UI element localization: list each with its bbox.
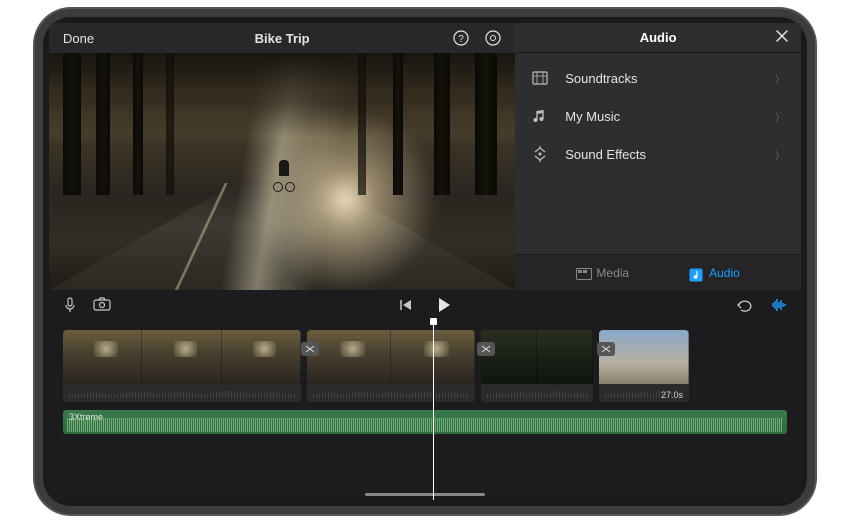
- transition-marker[interactable]: [477, 342, 495, 356]
- audio-item-label: Soundtracks: [565, 71, 637, 86]
- side-panel-header: Audio: [515, 23, 801, 53]
- close-icon[interactable]: [775, 29, 789, 43]
- audio-categories-list: Soundtracks 〉 My Music 〉 S: [515, 53, 801, 254]
- timeline-video-clip[interactable]: [307, 330, 475, 402]
- project-title: Bike Trip: [49, 31, 515, 46]
- transition-marker[interactable]: [301, 342, 319, 356]
- ipad-device-frame: Done Bike Trip ?: [35, 9, 815, 514]
- timeline[interactable]: 27.0s 3Xtreme: [49, 320, 801, 500]
- tab-media[interactable]: Media: [576, 266, 629, 280]
- skip-back-icon[interactable]: [399, 299, 413, 311]
- audio-item-label: Sound Effects: [565, 147, 646, 162]
- audio-item-soundtracks[interactable]: Soundtracks 〉: [515, 59, 801, 97]
- video-track: 27.0s: [63, 330, 787, 402]
- done-button[interactable]: Done: [63, 31, 94, 46]
- transition-marker[interactable]: [597, 342, 615, 356]
- side-panel-title: Audio: [640, 30, 677, 45]
- audio-tab-icon: [689, 268, 703, 278]
- audio-track-clip[interactable]: 3Xtreme: [63, 410, 787, 434]
- microphone-icon[interactable]: [63, 297, 77, 313]
- audio-side-panel: Audio Soundtracks 〉: [515, 23, 801, 290]
- side-panel-tabs: Media Audio: [515, 254, 801, 290]
- audio-item-mymusic[interactable]: My Music 〉: [515, 97, 801, 135]
- playhead[interactable]: [433, 320, 434, 500]
- soundtracks-icon: [531, 69, 551, 87]
- svg-text:?: ?: [458, 34, 464, 45]
- help-icon[interactable]: ?: [453, 30, 469, 46]
- app-screen: Done Bike Trip ?: [49, 23, 801, 500]
- chevron-right-icon: 〉: [775, 109, 785, 124]
- undo-icon[interactable]: [735, 298, 753, 312]
- export-icon[interactable]: [485, 30, 501, 46]
- tab-audio-label: Audio: [709, 266, 740, 280]
- preview-header: Done Bike Trip ?: [49, 23, 515, 53]
- waveform-icon[interactable]: [769, 298, 787, 312]
- home-indicator[interactable]: [365, 493, 485, 496]
- timeline-video-clip[interactable]: 27.0s: [599, 330, 689, 402]
- video-preview-pane: Done Bike Trip ?: [49, 23, 515, 290]
- sound-effects-icon: [531, 145, 551, 163]
- chevron-right-icon: 〉: [775, 71, 785, 86]
- timeline-video-clip[interactable]: [481, 330, 593, 402]
- clip-duration: 27.0s: [661, 390, 683, 400]
- audio-item-label: My Music: [565, 109, 620, 124]
- camera-icon[interactable]: [93, 297, 111, 313]
- audio-item-soundeffects[interactable]: Sound Effects 〉: [515, 135, 801, 173]
- play-icon[interactable]: [437, 297, 451, 313]
- timeline-video-clip[interactable]: [63, 330, 301, 402]
- tab-audio[interactable]: Audio: [689, 266, 740, 280]
- tab-media-label: Media: [596, 266, 629, 280]
- upper-section: Done Bike Trip ?: [49, 23, 801, 290]
- preview-viewport[interactable]: [49, 53, 515, 290]
- playback-controls-bar: [49, 290, 801, 320]
- audio-clip-label: 3Xtreme: [69, 412, 103, 422]
- music-note-icon: [531, 107, 551, 125]
- media-icon: [576, 268, 590, 278]
- chevron-right-icon: 〉: [775, 147, 785, 162]
